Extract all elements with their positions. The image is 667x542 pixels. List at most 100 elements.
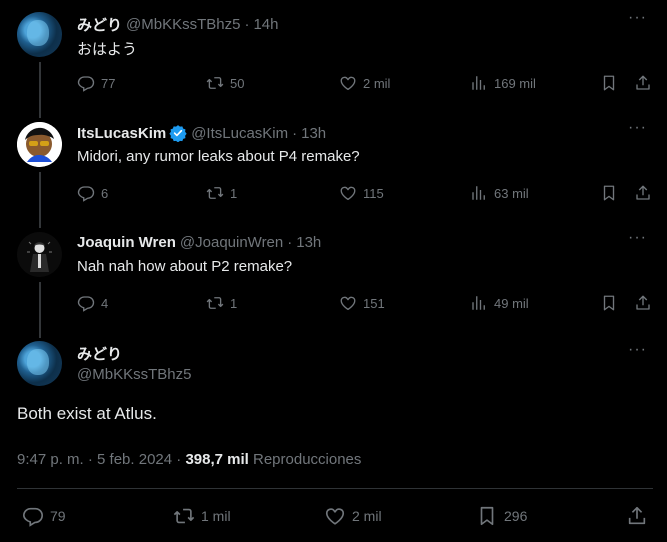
timestamp[interactable]: 13h <box>301 125 326 142</box>
reply-button[interactable]: 4 <box>77 294 108 312</box>
bookmark-icon <box>600 184 618 202</box>
author-handle[interactable]: @JoaquinWren <box>180 234 283 251</box>
tweet-actions: 77 50 2 mil 169 mil <box>77 74 653 94</box>
reply-button[interactable]: 79 <box>22 505 66 527</box>
tweet[interactable]: Joaquin Wren @JoaquinWren · 13h ··· Nah … <box>0 230 667 328</box>
share-icon <box>626 505 648 527</box>
tweet[interactable]: ItsLucasKim @ItsLucasKim · 13h ··· Midor… <box>0 120 667 218</box>
bookmark-button[interactable]: 296 <box>476 505 527 527</box>
views-button[interactable]: 169 mil <box>470 74 536 92</box>
like-button[interactable]: 2 mil <box>339 74 390 92</box>
bookmark-button[interactable] <box>600 294 618 312</box>
bookmark-button[interactable] <box>600 184 618 202</box>
retweet-icon <box>173 505 195 527</box>
divider <box>17 488 653 489</box>
reply-count: 6 <box>101 185 109 201</box>
views-button[interactable]: 63 mil <box>470 184 529 202</box>
avatar[interactable] <box>17 122 62 167</box>
author-name[interactable]: ItsLucasKim <box>77 125 166 142</box>
views-icon <box>470 294 488 312</box>
tweet-actions: 6 1 115 63 mil <box>77 184 653 204</box>
views-icon <box>470 74 488 92</box>
retweet-button[interactable]: 1 mil <box>173 505 231 527</box>
tweet-text: Nah nah how about P2 remake? <box>77 258 293 275</box>
bookmark-icon <box>600 294 618 312</box>
share-icon <box>634 184 652 202</box>
author-name[interactable]: みどり <box>77 14 122 35</box>
avatar-image <box>17 232 62 277</box>
views-count: 49 mil <box>494 295 529 311</box>
main-tweet-actions: 79 1 mil 2 mil 296 <box>17 505 653 527</box>
views-label: Reproducciones <box>253 451 362 468</box>
bookmark-button[interactable] <box>600 74 618 92</box>
retweet-count: 50 <box>230 75 245 91</box>
retweet-count: 1 mil <box>201 508 231 524</box>
avatar[interactable] <box>17 232 62 277</box>
retweet-button[interactable]: 50 <box>206 74 244 92</box>
like-count: 2 mil <box>363 75 391 91</box>
like-count: 2 mil <box>352 508 382 524</box>
bookmark-icon <box>600 74 618 92</box>
tweet[interactable]: みどり @MbKKssTBhz5 · 14h ··· おはよう 77 50 2 … <box>0 10 667 108</box>
share-button[interactable] <box>634 294 652 312</box>
retweet-count: 1 <box>230 295 238 311</box>
reply-button[interactable]: 6 <box>77 184 108 202</box>
like-icon <box>339 294 357 312</box>
like-icon <box>339 184 357 202</box>
tweet-actions: 4 1 151 49 mil <box>77 294 653 314</box>
views-count: 169 mil <box>494 75 536 91</box>
main-tweet-text: Both exist at Atlus. <box>17 404 157 423</box>
avatar[interactable] <box>17 341 62 386</box>
retweet-button[interactable]: 1 <box>206 294 237 312</box>
retweet-icon <box>206 184 224 202</box>
like-count: 151 <box>363 295 385 311</box>
views-count: 63 mil <box>494 185 529 201</box>
bookmark-icon <box>476 505 498 527</box>
reply-button[interactable]: 77 <box>77 74 115 92</box>
retweet-button[interactable]: 1 <box>206 184 237 202</box>
avatar-image <box>17 122 62 167</box>
verified-badge-icon[interactable] <box>169 124 187 142</box>
more-icon[interactable]: ··· <box>628 120 647 136</box>
like-button[interactable]: 151 <box>339 294 385 312</box>
reply-count: 77 <box>101 75 116 91</box>
author-handle[interactable]: @MbKKssTBhz5 <box>77 366 191 383</box>
like-button[interactable]: 115 <box>339 184 384 202</box>
tweet-text: Midori, any rumor leaks about P4 remake? <box>77 148 360 165</box>
like-button[interactable]: 2 mil <box>324 505 382 527</box>
like-icon <box>339 74 357 92</box>
share-icon <box>634 74 652 92</box>
share-button[interactable] <box>626 505 648 527</box>
more-icon[interactable]: ··· <box>628 230 647 246</box>
like-count: 115 <box>363 185 384 201</box>
reply-icon <box>77 294 95 312</box>
tweet-text: おはよう <box>77 41 138 58</box>
like-icon <box>324 505 346 527</box>
reply-count: 79 <box>50 508 66 524</box>
author-handle[interactable]: @ItsLucasKim <box>191 125 288 142</box>
author-name[interactable]: Joaquin Wren <box>77 234 176 251</box>
tweet-metadata: 9:47 p. m. · 5 feb. 2024 · 398,7 mil Rep… <box>17 451 361 468</box>
share-button[interactable] <box>634 74 652 92</box>
reply-icon <box>77 184 95 202</box>
timestamp[interactable]: 9:47 p. m. · 5 feb. 2024 · <box>17 451 181 468</box>
separator: · <box>244 16 250 33</box>
more-icon[interactable]: ··· <box>628 10 647 26</box>
retweet-count: 1 <box>230 185 238 201</box>
views-button[interactable]: 49 mil <box>470 294 529 312</box>
reply-icon <box>22 505 44 527</box>
reply-count: 4 <box>101 295 109 311</box>
more-icon[interactable]: ··· <box>628 342 647 358</box>
views-icon <box>470 184 488 202</box>
author-name[interactable]: みどり <box>77 343 122 364</box>
avatar[interactable] <box>17 12 62 57</box>
share-icon <box>634 294 652 312</box>
share-button[interactable] <box>634 184 652 202</box>
retweet-icon <box>206 294 224 312</box>
timestamp[interactable]: 13h <box>296 234 321 251</box>
author-handle[interactable]: @MbKKssTBhz5 <box>126 16 240 33</box>
separator: · <box>292 124 298 142</box>
timestamp[interactable]: 14h <box>253 16 278 33</box>
views-count: 398,7 mil <box>185 451 249 468</box>
retweet-icon <box>206 74 224 92</box>
